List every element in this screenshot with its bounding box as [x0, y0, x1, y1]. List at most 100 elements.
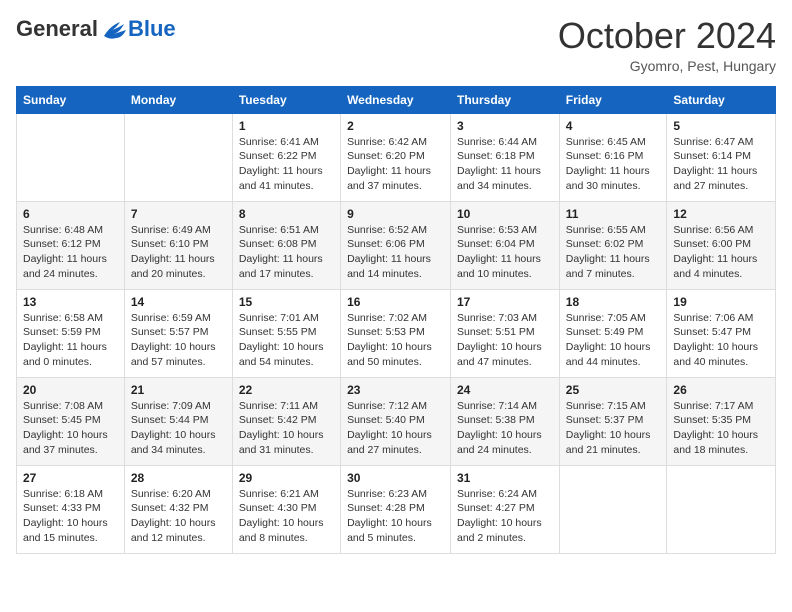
day-number: 30 [347, 471, 444, 485]
day-number: 29 [239, 471, 334, 485]
day-info: Sunrise: 7:05 AM Sunset: 5:49 PM Dayligh… [566, 311, 661, 370]
calendar-cell: 31 Sunrise: 6:24 AM Sunset: 4:27 PM Dayli… [451, 465, 560, 553]
day-number: 25 [566, 383, 661, 397]
day-number: 10 [457, 207, 553, 221]
day-number: 15 [239, 295, 334, 309]
day-info: Sunrise: 6:53 AM Sunset: 6:04 PM Dayligh… [457, 223, 553, 282]
day-number: 20 [23, 383, 118, 397]
day-number: 17 [457, 295, 553, 309]
calendar-cell: 30 Sunrise: 6:23 AM Sunset: 4:28 PM Dayli… [341, 465, 451, 553]
day-number: 21 [131, 383, 226, 397]
day-info: Sunrise: 7:11 AM Sunset: 5:42 PM Dayligh… [239, 399, 334, 458]
calendar-cell: 25 Sunrise: 7:15 AM Sunset: 5:37 PM Dayli… [559, 377, 667, 465]
calendar-cell: 5 Sunrise: 6:47 AM Sunset: 6:14 PM Daylig… [667, 113, 776, 201]
logo-blue-text: Blue [128, 16, 176, 42]
day-number: 18 [566, 295, 661, 309]
calendar-cell: 29 Sunrise: 6:21 AM Sunset: 4:30 PM Dayli… [232, 465, 340, 553]
day-number: 22 [239, 383, 334, 397]
day-number: 24 [457, 383, 553, 397]
day-info: Sunrise: 6:41 AM Sunset: 6:22 PM Dayligh… [239, 135, 334, 194]
day-number: 7 [131, 207, 226, 221]
weekday-header-monday: Monday [124, 86, 232, 113]
day-info: Sunrise: 6:21 AM Sunset: 4:30 PM Dayligh… [239, 487, 334, 546]
logo-general-text: General [16, 16, 98, 42]
calendar-week-row: 27Sunrise: 6:18 AM Sunset: 4:33 PM Dayli… [17, 465, 776, 553]
day-info: Sunrise: 7:02 AM Sunset: 5:53 PM Dayligh… [347, 311, 444, 370]
calendar-cell: 26Sunrise: 7:17 AM Sunset: 5:35 PM Dayli… [667, 377, 776, 465]
day-number: 19 [673, 295, 769, 309]
day-number: 31 [457, 471, 553, 485]
calendar-cell: 1 Sunrise: 6:41 AM Sunset: 6:22 PM Daylig… [232, 113, 340, 201]
day-info: Sunrise: 6:55 AM Sunset: 6:02 PM Dayligh… [566, 223, 661, 282]
day-number: 5 [673, 119, 769, 133]
day-number: 14 [131, 295, 226, 309]
day-info: Sunrise: 7:14 AM Sunset: 5:38 PM Dayligh… [457, 399, 553, 458]
day-info: Sunrise: 7:06 AM Sunset: 5:47 PM Dayligh… [673, 311, 769, 370]
logo-bird-icon [100, 18, 128, 40]
calendar-cell: 11Sunrise: 6:55 AM Sunset: 6:02 PM Dayli… [559, 201, 667, 289]
weekday-header-wednesday: Wednesday [341, 86, 451, 113]
day-number: 6 [23, 207, 118, 221]
day-number: 28 [131, 471, 226, 485]
title-block: October 2024 Gyomro, Pest, Hungary [558, 16, 776, 74]
calendar-cell: 17 Sunrise: 7:03 AM Sunset: 5:51 PM Dayli… [451, 289, 560, 377]
day-info: Sunrise: 7:09 AM Sunset: 5:44 PM Dayligh… [131, 399, 226, 458]
day-info: Sunrise: 6:45 AM Sunset: 6:16 PM Dayligh… [566, 135, 661, 194]
calendar-week-row: 6 Sunrise: 6:48 AM Sunset: 6:12 PM Daylig… [17, 201, 776, 289]
day-number: 2 [347, 119, 444, 133]
day-info: Sunrise: 7:12 AM Sunset: 5:40 PM Dayligh… [347, 399, 444, 458]
day-info: Sunrise: 6:48 AM Sunset: 6:12 PM Dayligh… [23, 223, 118, 282]
day-number: 8 [239, 207, 334, 221]
calendar-cell [124, 113, 232, 201]
calendar-week-row: 20 Sunrise: 7:08 AM Sunset: 5:45 PM Dayli… [17, 377, 776, 465]
calendar-cell: 28 Sunrise: 6:20 AM Sunset: 4:32 PM Dayli… [124, 465, 232, 553]
day-info: Sunrise: 6:47 AM Sunset: 6:14 PM Dayligh… [673, 135, 769, 194]
day-info: Sunrise: 6:44 AM Sunset: 6:18 PM Dayligh… [457, 135, 553, 194]
day-number: 23 [347, 383, 444, 397]
weekday-header-friday: Friday [559, 86, 667, 113]
calendar-cell: 13 Sunrise: 6:58 AM Sunset: 5:59 PM Dayli… [17, 289, 125, 377]
weekday-header-row: SundayMondayTuesdayWednesdayThursdayFrid… [17, 86, 776, 113]
day-info: Sunrise: 6:56 AM Sunset: 6:00 PM Dayligh… [673, 223, 769, 282]
day-info: Sunrise: 6:49 AM Sunset: 6:10 PM Dayligh… [131, 223, 226, 282]
calendar-cell: 12Sunrise: 6:56 AM Sunset: 6:00 PM Dayli… [667, 201, 776, 289]
month-title: October 2024 [558, 16, 776, 56]
day-info: Sunrise: 7:15 AM Sunset: 5:37 PM Dayligh… [566, 399, 661, 458]
day-info: Sunrise: 6:23 AM Sunset: 4:28 PM Dayligh… [347, 487, 444, 546]
day-number: 27 [23, 471, 118, 485]
day-info: Sunrise: 6:58 AM Sunset: 5:59 PM Dayligh… [23, 311, 118, 370]
day-number: 16 [347, 295, 444, 309]
calendar-cell: 6 Sunrise: 6:48 AM Sunset: 6:12 PM Daylig… [17, 201, 125, 289]
day-info: Sunrise: 7:03 AM Sunset: 5:51 PM Dayligh… [457, 311, 553, 370]
day-info: Sunrise: 6:24 AM Sunset: 4:27 PM Dayligh… [457, 487, 553, 546]
calendar-cell: 19 Sunrise: 7:06 AM Sunset: 5:47 PM Dayli… [667, 289, 776, 377]
calendar-cell: 10 Sunrise: 6:53 AM Sunset: 6:04 PM Dayli… [451, 201, 560, 289]
calendar-week-row: 1 Sunrise: 6:41 AM Sunset: 6:22 PM Daylig… [17, 113, 776, 201]
location-text: Gyomro, Pest, Hungary [558, 58, 776, 74]
day-number: 1 [239, 119, 334, 133]
calendar-week-row: 13 Sunrise: 6:58 AM Sunset: 5:59 PM Dayli… [17, 289, 776, 377]
day-info: Sunrise: 6:20 AM Sunset: 4:32 PM Dayligh… [131, 487, 226, 546]
calendar-cell [17, 113, 125, 201]
day-info: Sunrise: 6:52 AM Sunset: 6:06 PM Dayligh… [347, 223, 444, 282]
calendar-cell: 24 Sunrise: 7:14 AM Sunset: 5:38 PM Dayli… [451, 377, 560, 465]
weekday-header-saturday: Saturday [667, 86, 776, 113]
calendar-cell: 7 Sunrise: 6:49 AM Sunset: 6:10 PM Daylig… [124, 201, 232, 289]
day-number: 9 [347, 207, 444, 221]
weekday-header-tuesday: Tuesday [232, 86, 340, 113]
day-info: Sunrise: 7:08 AM Sunset: 5:45 PM Dayligh… [23, 399, 118, 458]
calendar-cell: 22 Sunrise: 7:11 AM Sunset: 5:42 PM Dayli… [232, 377, 340, 465]
day-info: Sunrise: 7:01 AM Sunset: 5:55 PM Dayligh… [239, 311, 334, 370]
day-number: 3 [457, 119, 553, 133]
day-number: 13 [23, 295, 118, 309]
calendar-cell: 18 Sunrise: 7:05 AM Sunset: 5:49 PM Dayli… [559, 289, 667, 377]
calendar-cell: 23 Sunrise: 7:12 AM Sunset: 5:40 PM Dayli… [341, 377, 451, 465]
calendar-cell: 16 Sunrise: 7:02 AM Sunset: 5:53 PM Dayli… [341, 289, 451, 377]
weekday-header-sunday: Sunday [17, 86, 125, 113]
day-number: 26 [673, 383, 769, 397]
calendar-cell: 20 Sunrise: 7:08 AM Sunset: 5:45 PM Dayli… [17, 377, 125, 465]
calendar-cell: 3 Sunrise: 6:44 AM Sunset: 6:18 PM Daylig… [451, 113, 560, 201]
calendar-table: SundayMondayTuesdayWednesdayThursdayFrid… [16, 86, 776, 554]
day-number: 4 [566, 119, 661, 133]
calendar-cell [559, 465, 667, 553]
